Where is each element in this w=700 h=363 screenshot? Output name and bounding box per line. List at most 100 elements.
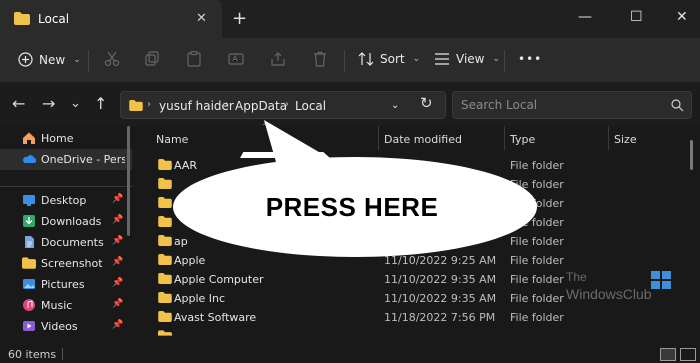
view-button[interactable]: View ⌄ [434, 52, 500, 66]
column-header-name[interactable]: Name [156, 133, 188, 146]
chevron-down-icon: ⌄ [412, 54, 421, 64]
paste-icon[interactable] [186, 51, 202, 67]
sidebar-item-label: Videos [41, 320, 78, 333]
sidebar-item-home[interactable]: Home [0, 128, 132, 149]
table-row[interactable]: Avast Software 11/18/2022 7:56 PM File f… [140, 308, 692, 327]
column-header-date[interactable]: Date modified [384, 133, 462, 146]
breadcrumb-chevron-icon: › [225, 99, 229, 110]
folder-icon [22, 257, 36, 269]
file-name: Apple Computer [174, 273, 264, 286]
new-button[interactable]: New ⌄ [18, 52, 81, 67]
pin-icon[interactable]: 📌 [112, 236, 123, 246]
sidebar-item-desktop[interactable]: Desktop 📌 [0, 190, 132, 211]
rename-icon[interactable] [228, 51, 244, 67]
column-divider[interactable] [378, 126, 379, 150]
sidebar-item-label: Desktop [41, 194, 87, 207]
close-tab-icon[interactable]: ✕ [196, 11, 207, 26]
address-row: ← → ⌄ ↑ › yusuf haider › AppData › Local… [0, 82, 700, 126]
new-tab-button[interactable]: + [232, 8, 247, 29]
documents-icon [25, 236, 34, 248]
more-options-button[interactable]: ••• [518, 52, 542, 66]
sidebar-item-pictures[interactable]: Pictures 📌 [0, 274, 132, 295]
breadcrumb-item[interactable]: yusuf haider [159, 99, 234, 113]
pin-icon[interactable]: 📌 [112, 278, 123, 288]
pin-icon[interactable]: 📌 [112, 299, 123, 309]
column-divider[interactable] [504, 126, 505, 150]
folder-icon [158, 311, 172, 322]
minimize-button[interactable]: — [578, 9, 592, 25]
new-label: New [39, 52, 66, 67]
column-header-type[interactable]: Type [510, 133, 535, 146]
sidebar-item-label: OneDrive - Person [41, 153, 125, 166]
recent-chevron-icon[interactable]: ⌄ [70, 96, 81, 111]
watermark: The WindowsClub [566, 270, 676, 310]
sidebar-item-onedrive[interactable]: OneDrive - Person [0, 149, 132, 170]
window-close-button[interactable]: ✕ [676, 9, 688, 25]
delete-icon[interactable] [312, 51, 328, 67]
sidebar-item-videos[interactable]: Videos 📌 [0, 316, 132, 337]
details-view-icon[interactable] [660, 348, 676, 361]
pin-icon[interactable]: 📌 [112, 194, 123, 204]
file-type: File folder [510, 292, 564, 305]
command-bar: New ⌄ Sort ⌄ View ⌄ ••• [0, 38, 700, 82]
sort-button[interactable]: Sort ⌄ [358, 52, 420, 66]
up-arrow-icon[interactable]: ↑ [94, 94, 107, 113]
large-icons-view-icon[interactable] [680, 348, 696, 361]
music-icon [23, 299, 35, 311]
breadcrumb-item[interactable]: Local [295, 99, 326, 113]
sort-icon [358, 52, 374, 66]
cut-icon[interactable] [104, 51, 120, 67]
divider [62, 348, 63, 360]
downloads-icon [23, 215, 35, 227]
address-dropdown-icon[interactable]: ⌄ [391, 100, 399, 111]
sidebar-item-label: Home [41, 132, 74, 145]
file-name: Apple Inc [174, 292, 226, 305]
watermark-line2: WindowsClub [566, 286, 652, 302]
refresh-icon[interactable]: ↻ [420, 94, 433, 112]
breadcrumb-item[interactable]: AppData [235, 99, 287, 113]
home-icon [23, 132, 35, 144]
breadcrumb-chevron-icon: › [147, 99, 151, 110]
watermark-line1: The [566, 270, 587, 284]
table-row[interactable] [140, 327, 692, 337]
pictures-icon [23, 279, 35, 289]
back-arrow-icon[interactable]: ← [12, 94, 25, 113]
column-divider[interactable] [608, 126, 609, 150]
folder-icon [158, 292, 172, 303]
file-date: 11/10/2022 9:35 AM [384, 273, 497, 286]
search-input[interactable] [461, 96, 661, 114]
divider [0, 186, 132, 187]
sidebar-item-screenshot[interactable]: Screenshot 📌 [0, 253, 132, 274]
folder-icon [158, 273, 172, 284]
maximize-button[interactable]: ☐ [630, 9, 643, 25]
file-list-scrollbar[interactable] [690, 140, 693, 170]
divider [504, 50, 505, 72]
folder-icon [158, 330, 172, 336]
sidebar-item-documents[interactable]: Documents 📌 [0, 232, 132, 253]
pin-icon[interactable]: 📌 [112, 215, 123, 225]
callout-text: PRESS HERE [265, 192, 439, 222]
view-icon [435, 53, 449, 65]
onedrive-icon [23, 155, 36, 163]
pin-icon[interactable]: 📌 [112, 320, 123, 330]
sidebar-item-label: Downloads [41, 215, 102, 228]
column-header-size[interactable]: Size [614, 133, 637, 146]
view-label: View [456, 52, 485, 66]
sidebar-item-music[interactable]: Music 📌 [0, 295, 132, 316]
search-box[interactable] [452, 91, 692, 119]
search-icon [671, 99, 684, 112]
forward-arrow-icon[interactable]: → [42, 94, 55, 113]
file-type: File folder [510, 273, 564, 286]
share-icon[interactable] [270, 51, 286, 67]
sidebar-item-downloads[interactable]: Downloads 📌 [0, 211, 132, 232]
copy-icon[interactable] [144, 51, 160, 67]
folder-icon [14, 12, 30, 25]
address-bar[interactable]: › yusuf haider › AppData › Local ⌄ [120, 91, 446, 119]
sidebar-scrollbar[interactable] [127, 126, 130, 236]
file-date: 11/10/2022 9:35 AM [384, 292, 497, 305]
tab-local[interactable]: Local ✕ [0, 0, 222, 38]
status-bar: 60 items [0, 346, 700, 363]
pin-icon[interactable]: 📌 [112, 257, 123, 267]
tab-title: Local [38, 12, 70, 26]
folder-icon [129, 100, 143, 111]
